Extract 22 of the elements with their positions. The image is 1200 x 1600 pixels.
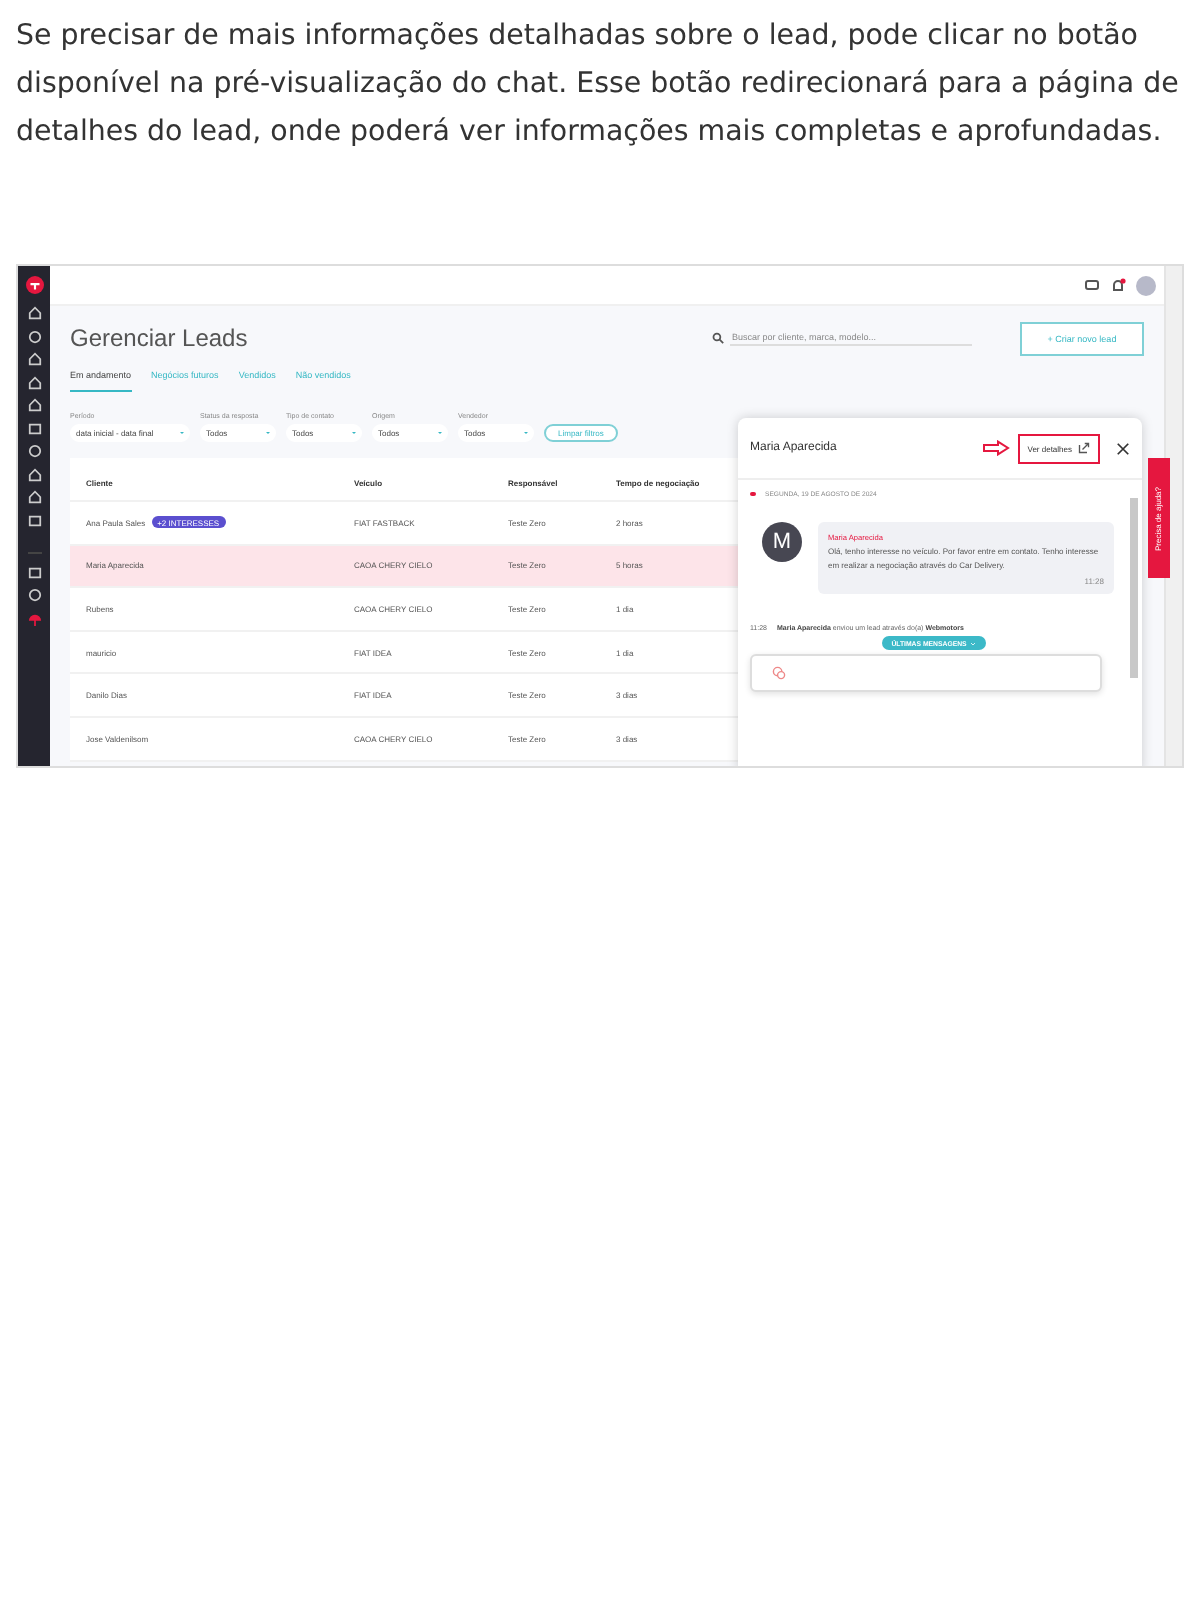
search-icon	[712, 332, 724, 344]
chat-icon[interactable]	[1084, 277, 1100, 293]
nav-screen-icon[interactable]	[27, 565, 41, 579]
close-icon[interactable]	[1116, 441, 1130, 455]
nav-help-icon[interactable]	[27, 588, 41, 602]
arrow-icon	[981, 440, 1010, 456]
chat-scrollbar[interactable]	[1130, 498, 1138, 678]
nav-card-icon[interactable]	[27, 421, 41, 435]
chat-bubbles-icon	[772, 666, 786, 680]
nav-circle-icon[interactable]	[27, 329, 41, 343]
nav-screen-icon[interactable]	[27, 513, 41, 527]
message-input[interactable]	[750, 654, 1102, 692]
unread-dot-icon	[750, 491, 755, 497]
nav-umbrella-icon[interactable]	[27, 611, 41, 625]
article-paragraph: Se precisar de mais informações detalhadas sobre o lead, pode clicar no botão disponível na pré-visualização do chat. Esse botão redirecionará para a página de detalhes do lead, onde poderá ver informações mais completas e aprofundadas.	[16, 18, 1181, 152]
page-scrollbar[interactable]	[1164, 266, 1182, 766]
page-title: Gerenciar Leads	[70, 324, 250, 352]
bell-icon[interactable]	[1110, 277, 1126, 293]
logo-icon	[25, 276, 43, 294]
contact-avatar: M	[762, 522, 802, 562]
external-link-icon	[1078, 442, 1090, 454]
nav-home-icon[interactable]	[27, 306, 41, 320]
